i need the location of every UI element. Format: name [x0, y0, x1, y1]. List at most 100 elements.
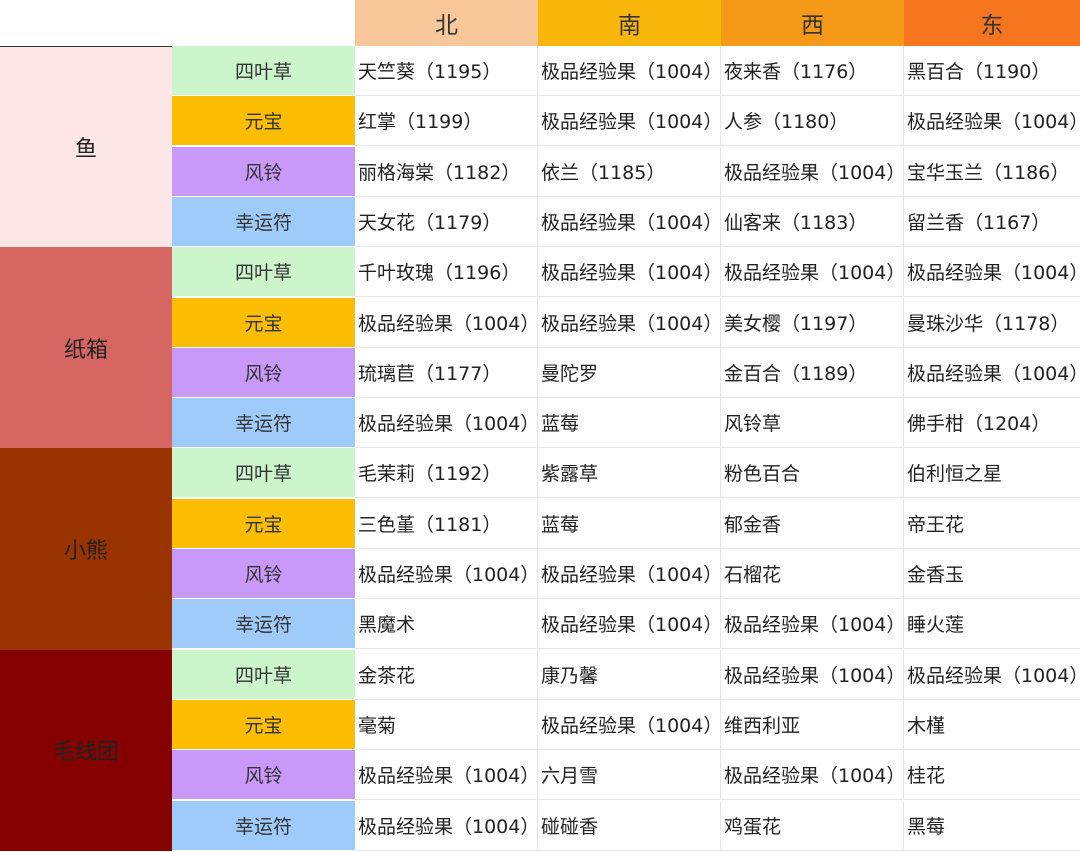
- table-cell: 依兰（1185）: [538, 146, 721, 197]
- table-cell: 桂花: [904, 750, 1080, 801]
- table-cell: 维西利亚: [721, 699, 904, 750]
- table-cell: 美女樱（1197）: [721, 297, 904, 348]
- item-label: 幸运符: [172, 398, 355, 449]
- item-header-blank: [172, 0, 355, 46]
- table-row: 风铃 极品经验果（1004） 极品经验果（1004） 石榴花 金香玉: [172, 549, 1080, 599]
- table-cell: 极品经验果（1004）: [538, 297, 721, 348]
- table-cell: 丽格海棠（1182）: [355, 146, 538, 197]
- table-row: 四叶草 天竺葵（1195） 极品经验果（1004） 夜来香（1176） 黑百合（1190…: [172, 46, 1080, 96]
- table-cell: 天女花（1179）: [355, 196, 538, 247]
- table-cell: 金茶花: [355, 649, 538, 700]
- table-cell: 极品经验果（1004）: [538, 599, 721, 650]
- table-cell: 伯利恒之星: [904, 448, 1080, 499]
- table-cell: 蓝莓: [538, 398, 721, 449]
- table-cell: 极品经验果（1004）: [538, 247, 721, 298]
- group-label: 鱼: [0, 46, 172, 248]
- table-cell: 天竺葵（1195）: [355, 46, 538, 96]
- table-cell: 夜来香（1176）: [721, 46, 904, 96]
- table-row: 元宝 极品经验果（1004） 极品经验果（1004） 美女樱（1197） 曼珠沙华（11…: [172, 297, 1080, 348]
- table-cell: 风铃草: [721, 398, 904, 449]
- table-cell: 极品经验果（1004）: [355, 549, 538, 599]
- item-label: 四叶草: [172, 649, 355, 700]
- item-label: 风铃: [172, 549, 355, 599]
- table-cell: 仙客来（1183）: [721, 196, 904, 247]
- table-cell: 毛茉莉（1192）: [355, 448, 538, 499]
- table-cell: 极品经验果（1004）: [538, 196, 721, 247]
- table-row: 四叶草 千叶玫瑰（1196） 极品经验果（1004） 极品经验果（1004） 极品经验果…: [172, 247, 1080, 298]
- table-cell: 极品经验果（1004）: [904, 348, 1080, 398]
- table-cell: 极品经验果（1004）: [904, 650, 1080, 700]
- table-cell: 睡火莲: [904, 599, 1080, 650]
- table-cell: 石榴花: [721, 549, 904, 599]
- table-cell: 极品经验果（1004）: [538, 46, 721, 96]
- table-cell: 极品经验果（1004）: [538, 699, 721, 750]
- table-cell: 极品经验果（1004）: [355, 398, 538, 449]
- table-cell: 极品经验果（1004）: [355, 750, 538, 801]
- item-label: 幸运符: [172, 800, 355, 851]
- table-cell: 曼陀罗: [538, 347, 721, 398]
- table-cell: 千叶玫瑰（1196）: [355, 247, 538, 298]
- table-cell: 极品经验果（1004）: [355, 297, 538, 348]
- table-cell: 极品经验果（1004）: [721, 247, 904, 298]
- table-cell: 极品经验果（1004）: [538, 96, 721, 147]
- table-row: 元宝 红掌（1199） 极品经验果（1004） 人参（1180） 极品经验果（1004）: [172, 96, 1080, 147]
- col-header-west: 西: [721, 0, 904, 46]
- group-label: 毛线团: [0, 649, 172, 851]
- table-cell: 极品经验果（1004）: [904, 96, 1080, 147]
- table-cell: 鸡蛋花: [721, 800, 904, 851]
- item-label: 元宝: [172, 699, 355, 750]
- table-row: 风铃 极品经验果（1004） 六月雪 极品经验果（1004） 桂花: [172, 750, 1080, 801]
- table-cell: 红掌（1199）: [355, 96, 538, 147]
- table-cell: 毫菊: [355, 699, 538, 750]
- item-label: 风铃: [172, 347, 355, 398]
- item-label: 元宝: [172, 96, 355, 147]
- table-cell: 琉璃苣（1177）: [355, 347, 538, 398]
- table-cell: 三色堇（1181）: [355, 498, 538, 549]
- table-cell: 极品经验果（1004）: [355, 800, 538, 851]
- table-cell: 郁金香: [721, 498, 904, 549]
- table-cell: 粉色百合: [721, 448, 904, 499]
- table-cell: 留兰香（1167）: [904, 197, 1080, 247]
- item-label: 元宝: [172, 498, 355, 549]
- item-label: 风铃: [172, 146, 355, 197]
- group-label: 小熊: [0, 448, 172, 650]
- table-row: 风铃 琉璃苣（1177） 曼陀罗 金百合（1189） 极品经验果（1004）: [172, 347, 1080, 398]
- item-label: 元宝: [172, 297, 355, 348]
- table-cell: 极品经验果（1004）: [904, 247, 1080, 298]
- table-cell: 紫露草: [538, 448, 721, 499]
- table-row: 元宝 三色堇（1181） 蓝莓 郁金香 帝王花: [172, 498, 1080, 549]
- table-cell: 黑魔术: [355, 599, 538, 650]
- table-cell: 碰碰香: [538, 800, 721, 851]
- col-header-north: 北: [355, 0, 538, 46]
- table-cell: 佛手柑（1204）: [904, 398, 1080, 449]
- table-row: 四叶草 毛茉莉（1192） 紫露草 粉色百合 伯利恒之星: [172, 448, 1080, 499]
- table-cell: 曼珠沙华（1178）: [904, 298, 1080, 348]
- table-cell: 人参（1180）: [721, 96, 904, 147]
- table-cell: 六月雪: [538, 750, 721, 801]
- table-cell: 黑百合（1190）: [904, 46, 1080, 96]
- table-row: 幸运符 极品经验果（1004） 碰碰香 鸡蛋花 黑莓: [172, 800, 1080, 851]
- table-row: 风铃 丽格海棠（1182） 依兰（1185） 极品经验果（1004） 宝华玉兰（1186…: [172, 146, 1080, 197]
- table-cell: 蓝莓: [538, 498, 721, 549]
- table-cell: 木槿: [904, 700, 1080, 750]
- table-row: 幸运符 极品经验果（1004） 蓝莓 风铃草 佛手柑（1204）: [172, 398, 1080, 449]
- table-cell: 极品经验果（1004）: [721, 599, 904, 650]
- table-row: 幸运符 黑魔术 极品经验果（1004） 极品经验果（1004） 睡火莲: [172, 599, 1080, 650]
- table-row: 四叶草 金茶花 康乃馨 极品经验果（1004） 极品经验果（1004）: [172, 649, 1080, 700]
- table-row: 幸运符 天女花（1179） 极品经验果（1004） 仙客来（1183） 留兰香（1167…: [172, 196, 1080, 247]
- table-cell: 康乃馨: [538, 649, 721, 700]
- col-header-east: 东: [904, 0, 1080, 46]
- item-label: 四叶草: [172, 46, 355, 96]
- item-label: 幸运符: [172, 196, 355, 247]
- item-label: 四叶草: [172, 247, 355, 298]
- table-cell: 黑莓: [904, 801, 1080, 851]
- table-cell: 宝华玉兰（1186）: [904, 147, 1080, 197]
- item-label: 风铃: [172, 750, 355, 801]
- table-row: 元宝 毫菊 极品经验果（1004） 维西利亚 木槿: [172, 699, 1080, 750]
- table-cell: 金百合（1189）: [721, 347, 904, 398]
- group-label: 纸箱: [0, 247, 172, 449]
- header-row: 北 南 西 东: [0, 0, 1080, 46]
- table-cell: 极品经验果（1004）: [721, 146, 904, 197]
- corner-blank: [0, 0, 172, 46]
- item-label: 四叶草: [172, 448, 355, 499]
